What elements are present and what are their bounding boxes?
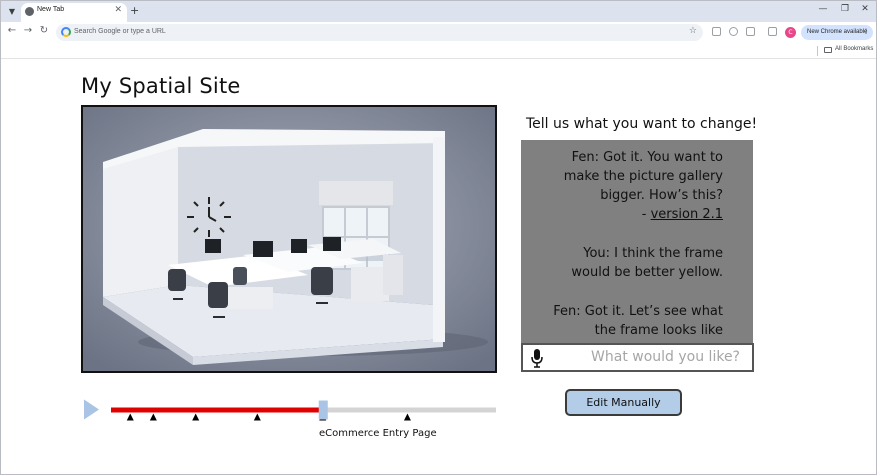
- chat-message-fen-2: Fen: Got it. Let’s see what the frame lo…: [553, 302, 723, 340]
- camera-icon[interactable]: [729, 27, 738, 36]
- chat-line: Fen: Got it. Let’s see what: [553, 304, 723, 319]
- timeline-scrubber[interactable]: [81, 391, 501, 446]
- back-icon[interactable]: ←: [5, 25, 19, 36]
- close-window-icon[interactable]: ✕: [858, 4, 872, 14]
- timeline-marker[interactable]: [126, 413, 134, 421]
- extension-icon[interactable]: [712, 27, 721, 36]
- chrome-favicon-icon: [25, 7, 34, 16]
- tab-search-icon[interactable]: ▼: [5, 5, 19, 19]
- play-icon[interactable]: [84, 399, 99, 420]
- bookmarks-divider: [817, 46, 818, 56]
- change-heading: Tell us what you want to change!: [526, 116, 758, 132]
- chat-line: make the picture gallery: [563, 169, 723, 184]
- timeline-handle[interactable]: [318, 400, 328, 420]
- timeline-current-label: eCommerce Entry Page: [319, 428, 437, 439]
- version-link[interactable]: version 2.1: [651, 207, 723, 222]
- edit-manually-button[interactable]: Edit Manually: [565, 389, 682, 416]
- page-title: My Spatial Site: [81, 74, 241, 98]
- timeline-marker[interactable]: [192, 413, 200, 421]
- google-icon: [61, 27, 71, 37]
- tab-new-tab[interactable]: New Tab ✕: [21, 3, 127, 22]
- bookmark-star-icon[interactable]: ☆: [689, 26, 697, 36]
- version-prefix: -: [641, 207, 651, 222]
- tab-title: New Tab: [37, 6, 65, 13]
- address-placeholder: Search Google or type a URL: [74, 28, 166, 35]
- restore-icon[interactable]: ❐: [838, 4, 852, 14]
- timeline-progress: [111, 407, 323, 413]
- new-tab-icon[interactable]: +: [130, 4, 139, 18]
- address-bar[interactable]: Search Google or type a URL ☆: [56, 24, 703, 41]
- more-menu-icon[interactable]: ⋮: [863, 25, 869, 40]
- microphone-icon[interactable]: [530, 348, 544, 368]
- chat-line: You: I think the frame: [583, 246, 723, 261]
- browser-toolbar: ← → ↻ Search Google or type a URL ☆ C Ne…: [1, 22, 876, 43]
- version-line: - version 2.1: [564, 205, 723, 224]
- bookmarks-bar: All Bookmarks: [1, 43, 876, 59]
- chat-line: the frame looks like: [594, 323, 723, 338]
- timeline-marker[interactable]: [403, 413, 411, 421]
- puzzle-icon[interactable]: [746, 27, 755, 36]
- chat-line: would be better yellow.: [571, 265, 723, 280]
- timeline-marker[interactable]: [149, 413, 157, 421]
- picture-gallery[interactable]: [81, 105, 497, 373]
- new-chrome-label: New Chrome available: [807, 29, 868, 35]
- chat-line: Fen: Got it. You want to: [571, 150, 723, 165]
- folder-icon[interactable]: [824, 47, 832, 53]
- chat-message-you: You: I think the frame would be better y…: [571, 244, 723, 282]
- minimize-icon[interactable]: —: [816, 4, 830, 14]
- profile-avatar[interactable]: C: [785, 27, 796, 38]
- chat-message-fen-1: Fen: Got it. You want to make the pictur…: [564, 148, 723, 224]
- office-room-image: [83, 107, 495, 371]
- tab-strip: ▼ New Tab ✕ + — ❐ ✕: [1, 1, 876, 22]
- side-panel-icon[interactable]: [768, 27, 777, 36]
- chat-panel[interactable]: Fen: Got it. You want to make the pictur…: [521, 140, 753, 343]
- prompt-placeholder: What would you like?: [591, 349, 740, 365]
- timeline-marker[interactable]: [253, 413, 261, 421]
- chat-line: bigger. How’s this?: [600, 188, 723, 203]
- close-tab-icon[interactable]: ✕: [114, 5, 122, 15]
- all-bookmarks-link[interactable]: All Bookmarks: [835, 46, 873, 52]
- forward-icon[interactable]: →: [21, 25, 35, 36]
- reload-icon[interactable]: ↻: [37, 25, 51, 36]
- prompt-input[interactable]: What would you like?: [521, 343, 754, 372]
- new-chrome-button[interactable]: New Chrome available ⋮: [801, 25, 873, 40]
- browser-window: ▼ New Tab ✕ + — ❐ ✕ ← → ↻ Search Google …: [0, 0, 877, 475]
